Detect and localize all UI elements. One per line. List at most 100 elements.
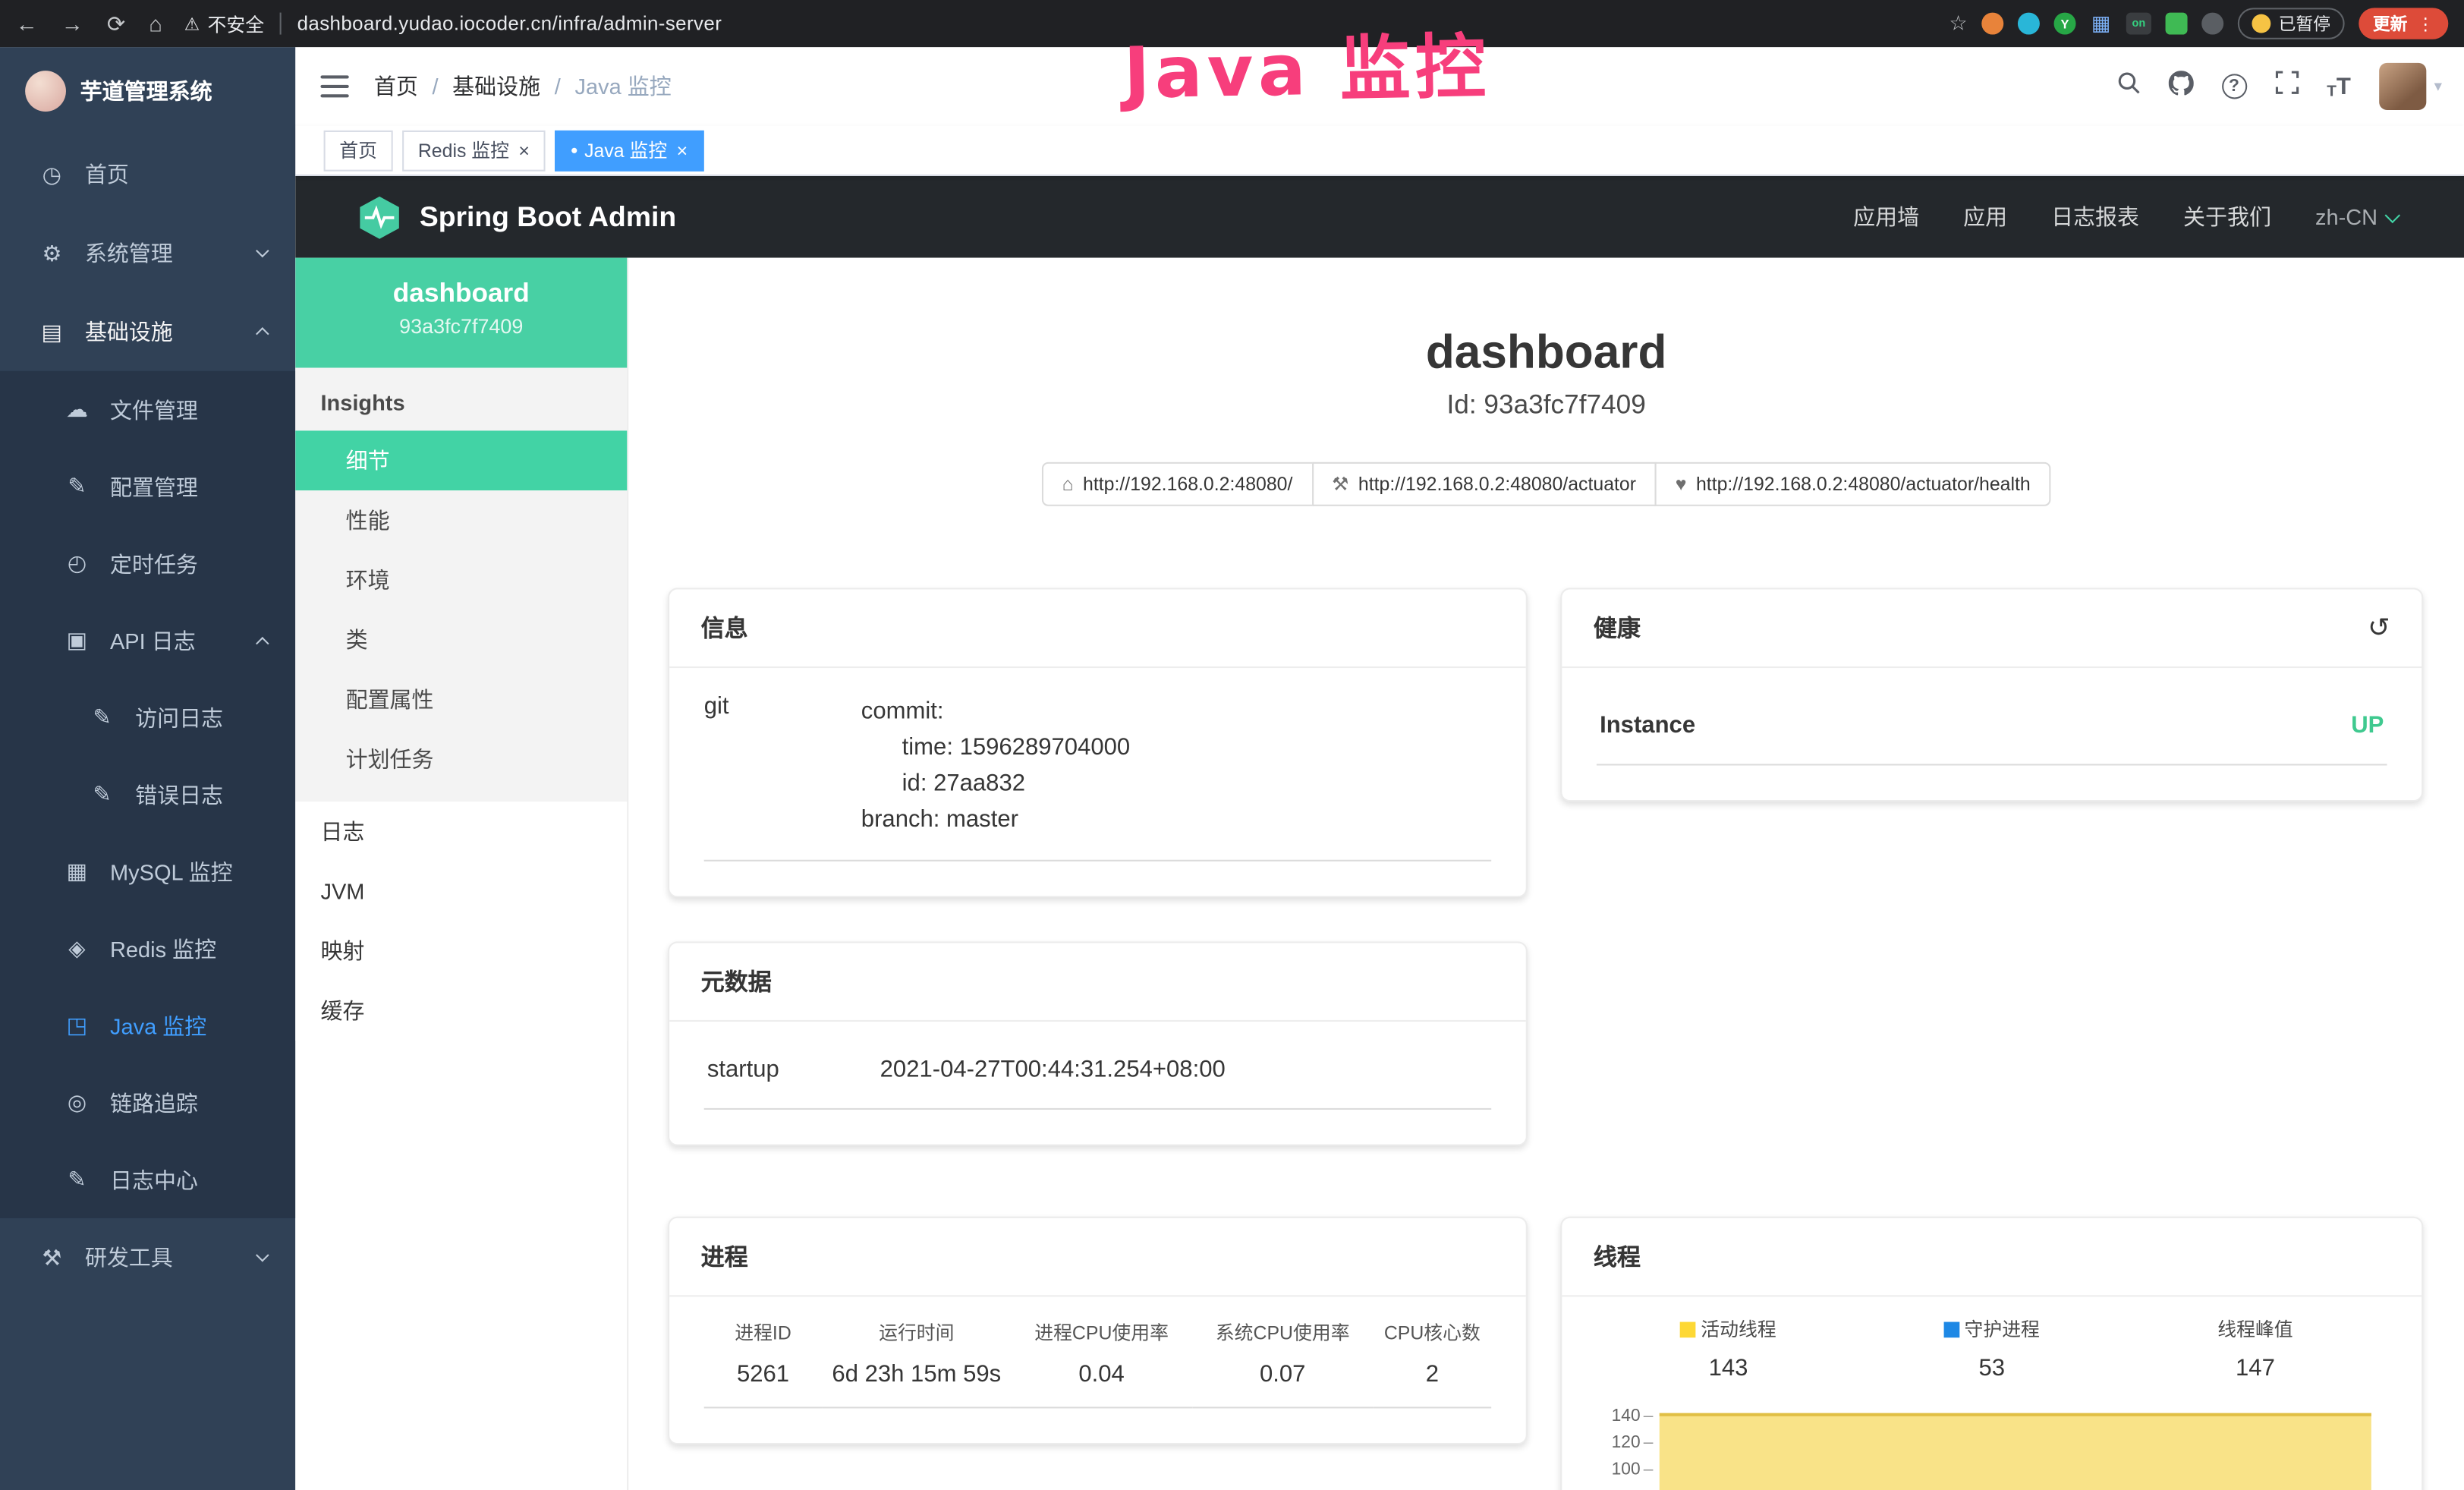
sba-main: dashboard Id: 93a3fc7f7409 ⌂ http://192.… — [628, 258, 2464, 1490]
sidebar-item-devtools[interactable]: ⚒ 研发工具 — [0, 1218, 295, 1297]
sidebar-item-errorlog[interactable]: ✎ 错误日志 — [0, 756, 295, 833]
sba-item-caches[interactable]: 缓存 — [295, 981, 627, 1041]
heart-icon: ♥ — [1676, 473, 1687, 495]
browser-menu-icon[interactable]: ⋮ — [2417, 14, 2434, 34]
error-log-icon: ✎ — [85, 781, 120, 808]
sba-nav-applications[interactable]: 应用 — [1963, 201, 2007, 232]
sba-item-classes[interactable]: 类 — [295, 610, 627, 669]
back-icon[interactable]: ← — [16, 11, 38, 36]
sidebar-item-java[interactable]: ◳ Java 监控 — [0, 987, 295, 1063]
chevron-down-icon — [256, 1249, 269, 1262]
sidebar-item-config[interactable]: ✎ 配置管理 — [0, 448, 295, 524]
link-root[interactable]: ⌂ http://192.168.0.2:48080/ — [1042, 462, 1314, 506]
tab-home[interactable]: 首页 — [324, 130, 393, 171]
link-actuator[interactable]: ⚒ http://192.168.0.2:48080/actuator — [1311, 462, 1657, 506]
github-icon[interactable] — [2168, 70, 2193, 102]
sba-item-configprops[interactable]: 配置属性 — [295, 669, 627, 729]
extension-icon-1[interactable] — [1981, 13, 2003, 35]
spring-boot-admin-frame: Spring Boot Admin 应用墙 应用 日志报表 关于我们 zh-CN… — [295, 176, 2464, 1490]
sidebar-item-trace[interactable]: ◎ 链路追踪 — [0, 1064, 295, 1141]
divider — [280, 13, 282, 35]
history-icon[interactable]: ↺ — [2368, 615, 2390, 641]
chevron-down-icon — [256, 244, 269, 258]
home-icon: ⌂ — [1062, 473, 1074, 495]
page-subtitle: Id: 93a3fc7f7409 — [628, 390, 2464, 421]
sba-sidebar: dashboard 93a3fc7f7409 Insights 细节 性能 环境… — [295, 258, 628, 1490]
sidebar-item-redis[interactable]: ◈ Redis 监控 — [0, 910, 295, 987]
update-label: 更新 — [2373, 11, 2408, 36]
metadata-card-title: 元数据 — [701, 965, 772, 997]
sba-item-scheduled[interactable]: 计划任务 — [295, 729, 627, 789]
insights-group: Insights 细节 性能 环境 类 配置属性 计划任务 — [295, 368, 627, 802]
sba-item-logs[interactable]: 日志 — [295, 802, 627, 862]
locale-select[interactable]: zh-CN — [2315, 204, 2398, 229]
sba-item-jvm[interactable]: JVM — [295, 862, 627, 921]
app-logo[interactable]: 芋道管理系统 — [0, 47, 295, 135]
sidebar-item-logcenter[interactable]: ✎ 日志中心 — [0, 1141, 295, 1218]
forward-icon[interactable]: → — [61, 11, 83, 36]
paused-badge[interactable]: 已暂停 — [2238, 8, 2345, 39]
breadcrumb-home[interactable]: 首页 — [374, 71, 418, 102]
close-icon[interactable]: × — [677, 139, 688, 161]
infrastructure-icon: ▤ — [35, 318, 70, 345]
extension-icon-6[interactable] — [2166, 13, 2188, 35]
security-label: 不安全 — [208, 10, 265, 36]
sidebar-item-job[interactable]: ◴ 定时任务 — [0, 525, 295, 602]
extension-icon-5[interactable]: on — [2126, 13, 2151, 35]
sidebar-item-home[interactable]: ◷ 首页 — [0, 135, 295, 214]
link-health[interactable]: ♥ http://192.168.0.2:48080/actuator/heal… — [1655, 462, 2051, 506]
file-icon: ☁ — [60, 396, 95, 423]
sba-item-details[interactable]: 细节 — [295, 430, 627, 490]
sba-brand[interactable]: Spring Boot Admin — [420, 200, 676, 233]
fullscreen-icon[interactable] — [2275, 71, 2299, 102]
sidebar-item-accesslog[interactable]: ✎ 访问日志 — [0, 679, 295, 756]
home-icon[interactable]: ⌂ — [149, 11, 162, 36]
breadcrumb: 首页 / 基础设施 / Java 监控 — [374, 71, 672, 102]
sidebar-item-mysql[interactable]: ▦ MySQL 监控 — [0, 833, 295, 910]
chevron-up-icon — [256, 636, 269, 650]
sba-nav-about[interactable]: 关于我们 — [2183, 201, 2271, 232]
sidebar-item-infra[interactable]: ▤ 基础设施 — [0, 292, 295, 371]
health-card-title: 健康 — [1594, 612, 1641, 644]
update-button[interactable]: 更新 ⋮ — [2359, 8, 2448, 39]
info-key: git — [704, 693, 861, 838]
extension-icon-7[interactable] — [2201, 13, 2223, 35]
sba-nav-journal[interactable]: 日志报表 — [2051, 201, 2139, 232]
table-row: 5261 6d 23h 15m 59s 0.04 0.07 2 — [704, 1358, 1491, 1407]
chevron-down-icon — [2385, 207, 2400, 222]
tab-java-monitor[interactable]: ● Java 监控 × — [555, 130, 703, 171]
address-bar[interactable]: dashboard.yudao.iocoder.cn/infra/admin-s… — [297, 13, 722, 35]
extension-icon-4[interactable]: ▦ — [2090, 13, 2112, 35]
app-title: 芋道管理系统 — [80, 75, 212, 106]
help-icon[interactable]: ? — [2221, 74, 2246, 99]
page-title: dashboard — [628, 327, 2464, 380]
metadata-card: 元数据 startup 2021-04-27T00:44:31.254+08:0… — [668, 941, 1528, 1145]
logo-avatar — [25, 71, 66, 112]
tab-redis-monitor[interactable]: Redis 监控 × — [402, 130, 546, 171]
close-icon[interactable]: × — [518, 139, 530, 161]
bookmark-star-icon[interactable]: ☆ — [1949, 11, 1968, 36]
info-row-git: git commit: time: 1596289704000 id: 27aa… — [704, 693, 1491, 862]
user-avatar — [2379, 63, 2426, 110]
reload-icon[interactable]: ⟳ — [107, 10, 125, 36]
sba-header: Spring Boot Admin 应用墙 应用 日志报表 关于我们 zh-CN — [295, 176, 2464, 258]
sidebar-item-system[interactable]: ⚙ 系统管理 — [0, 214, 295, 293]
search-icon[interactable] — [2116, 71, 2140, 102]
sba-item-performance[interactable]: 性能 — [295, 490, 627, 550]
site-security[interactable]: ⚠ 不安全 — [184, 10, 264, 36]
sba-item-mappings[interactable]: 映射 — [295, 921, 627, 981]
font-size-icon[interactable]: TT — [2327, 73, 2351, 99]
breadcrumb-infra[interactable]: 基础设施 — [452, 71, 540, 102]
user-menu[interactable]: ▾ — [2379, 63, 2442, 110]
hamburger-icon[interactable] — [320, 75, 348, 97]
redis-icon: ◈ — [60, 935, 95, 962]
sba-nav-wallboard[interactable]: 应用墙 — [1853, 201, 1919, 232]
sba-item-environment[interactable]: 环境 — [295, 550, 627, 610]
instance-header[interactable]: dashboard 93a3fc7f7409 — [295, 258, 627, 368]
extension-icon-2[interactable] — [2018, 13, 2040, 35]
sidebar-item-file[interactable]: ☁ 文件管理 — [0, 371, 295, 448]
extension-icon-3[interactable]: Y — [2054, 13, 2076, 35]
timer-icon: ◴ — [60, 550, 95, 577]
sidebar-item-apilog[interactable]: ▣ API 日志 — [0, 602, 295, 679]
instance-id: 93a3fc7f7409 — [295, 314, 627, 338]
